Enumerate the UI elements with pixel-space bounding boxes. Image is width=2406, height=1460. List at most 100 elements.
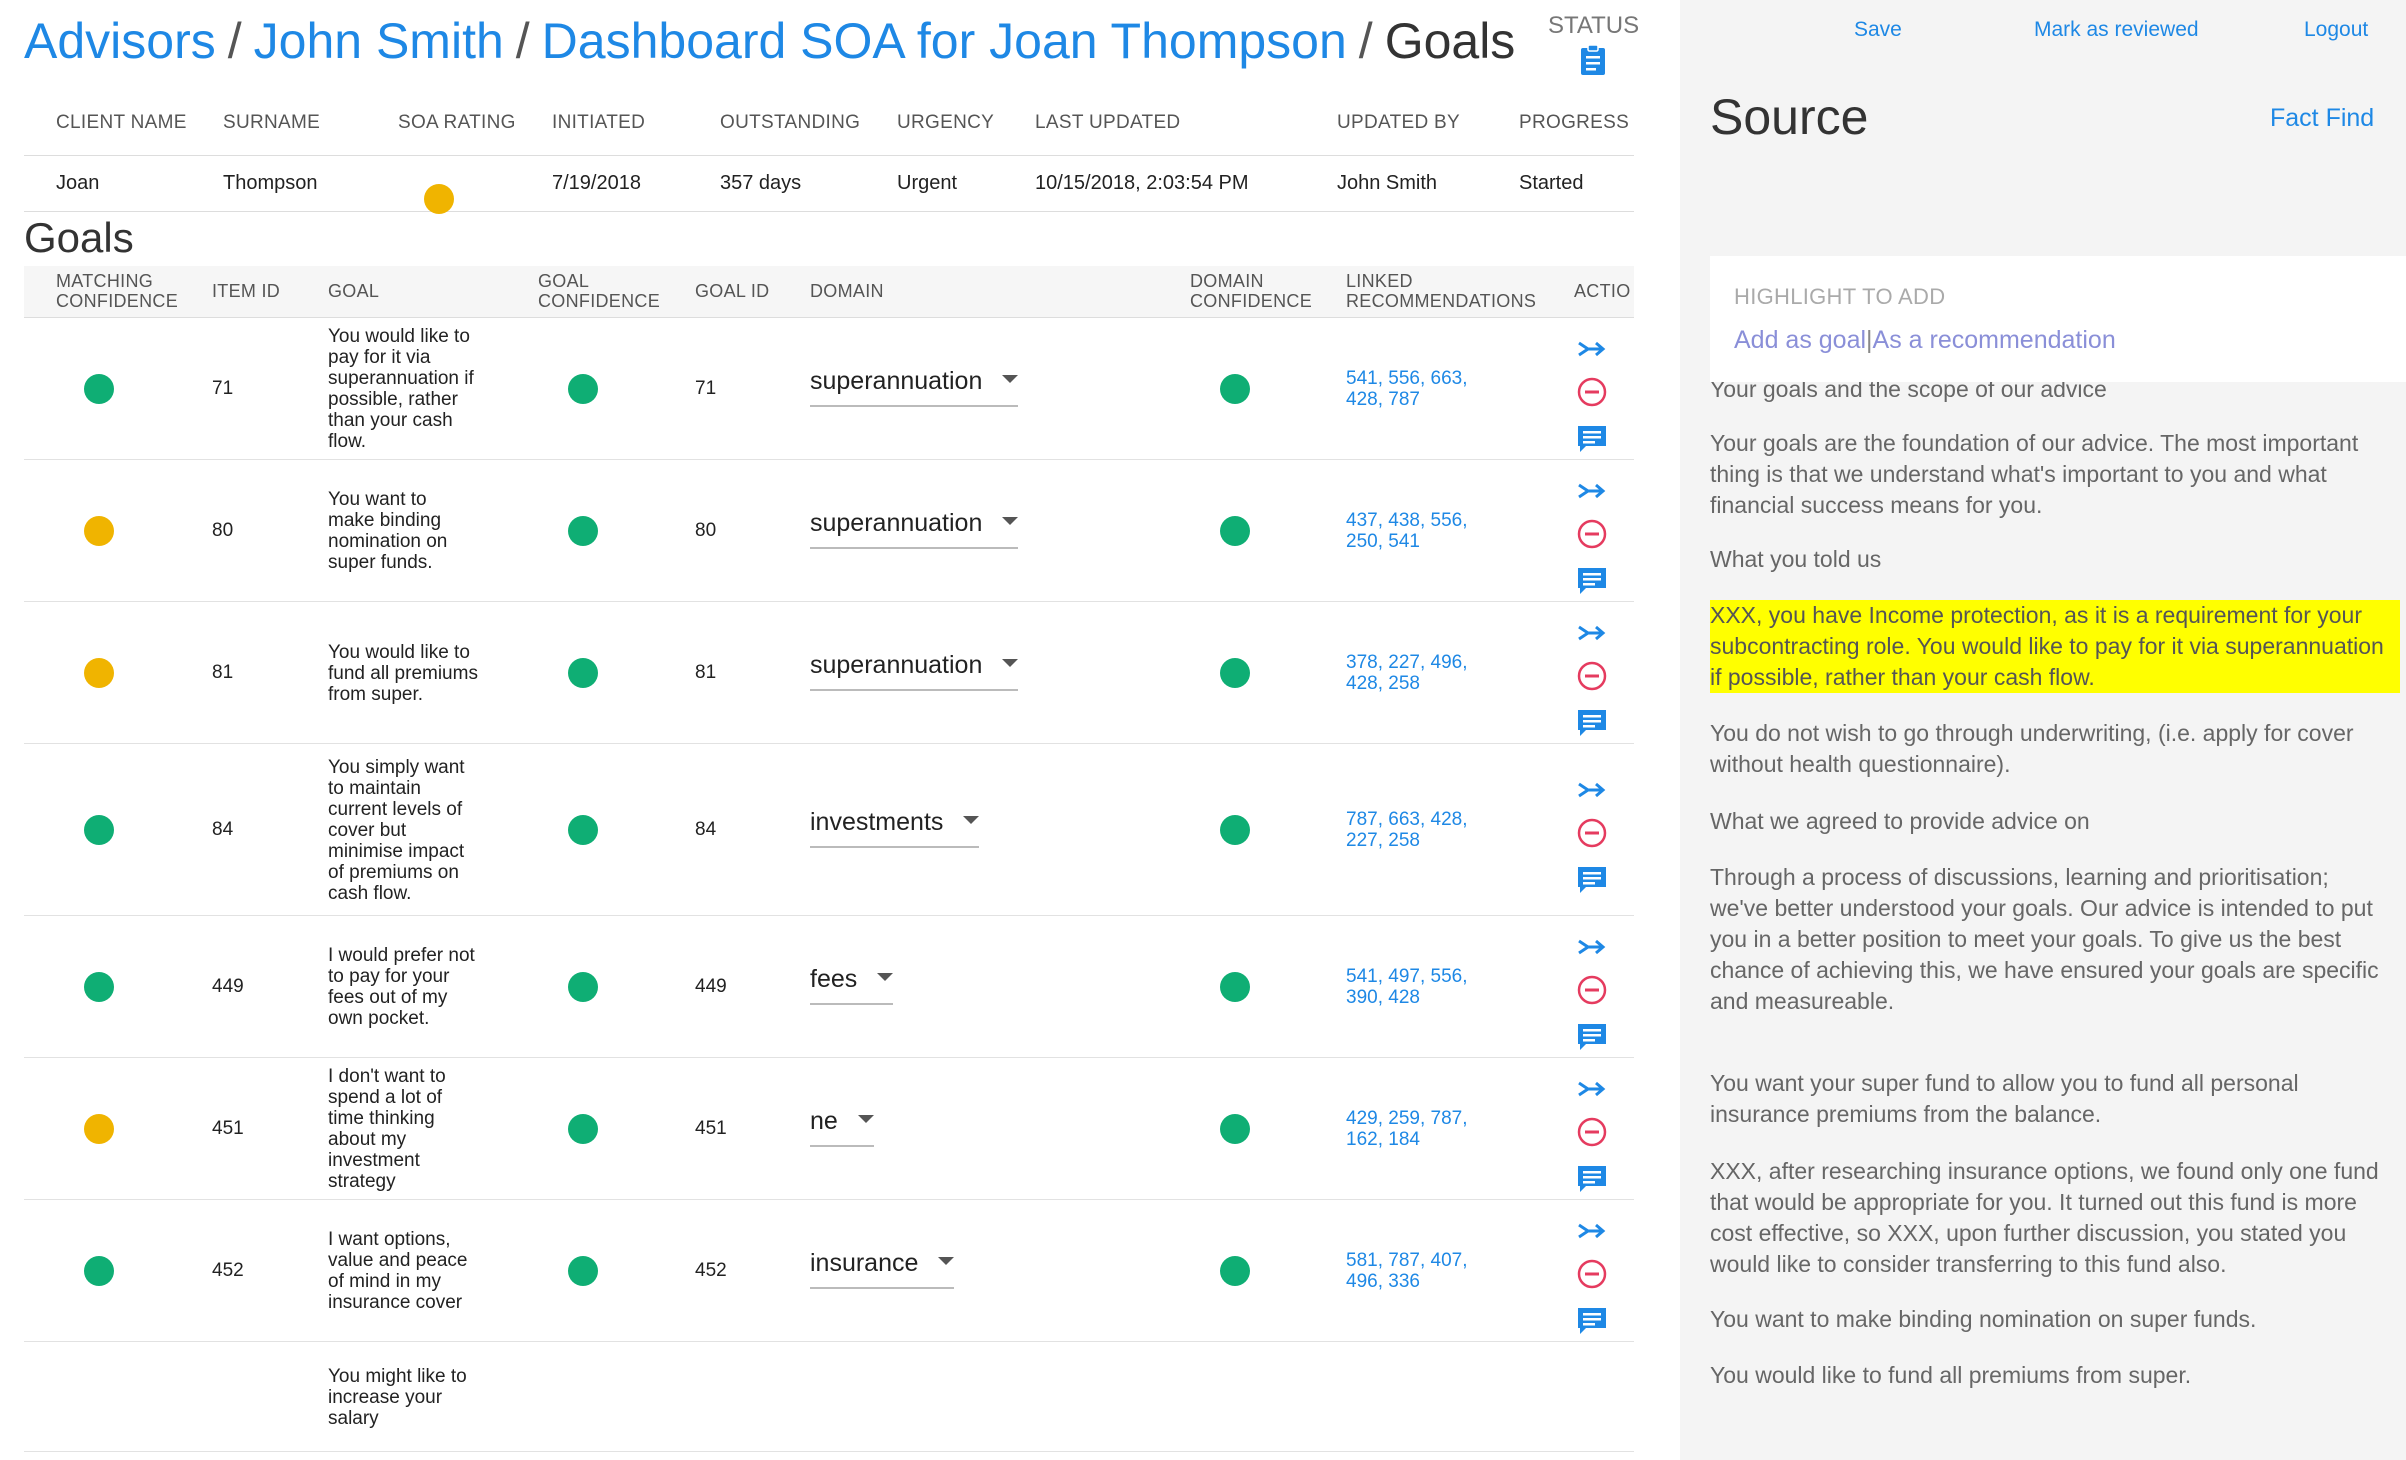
- source-paragraph[interactable]: You want your super fund to allow you to…: [1710, 1068, 2390, 1130]
- linked-recommendations[interactable]: 541, 556, 663, 428, 787: [1346, 368, 1506, 410]
- recommendation-links-line[interactable]: 541, 497, 556,: [1346, 966, 1506, 987]
- recommendation-links-line[interactable]: 227, 258: [1346, 830, 1506, 851]
- recommendation-links-line[interactable]: 428, 787: [1346, 389, 1506, 410]
- add-as-recommendation-button[interactable]: As a recommendation: [1873, 326, 2116, 354]
- add-as-goal-button[interactable]: Add as goal: [1734, 326, 1866, 354]
- recommendation-links-line[interactable]: 581, 787, 407,: [1346, 1250, 1506, 1271]
- matching-confidence-dot: [84, 658, 114, 688]
- domain-select[interactable]: superannuation: [810, 505, 1019, 549]
- linked-recommendations[interactable]: 437, 438, 556, 250, 541: [1346, 510, 1506, 552]
- linked-recommendations[interactable]: 581, 787, 407, 496, 336: [1346, 1250, 1506, 1292]
- goal-row: 71 You would like to pay for it via super…: [24, 318, 1634, 460]
- remove-circle-icon[interactable]: [1576, 817, 1616, 854]
- source-paragraph[interactable]: What we agreed to provide advice on: [1710, 806, 2390, 837]
- goal-row: 452 I want options, value and peace of mi…: [24, 1200, 1634, 1342]
- comment-icon[interactable]: [1576, 864, 1616, 901]
- domain-value: superannuation: [810, 509, 983, 537]
- domain-select[interactable]: ne: [810, 1103, 874, 1147]
- matching-confidence-dot: [84, 374, 114, 404]
- col-client-name: CLIENT NAME: [56, 112, 187, 133]
- split-arrow-icon[interactable]: [1576, 935, 1616, 964]
- remove-circle-icon[interactable]: [1576, 1258, 1616, 1295]
- goal-confidence-dot: [568, 1114, 598, 1144]
- row-actions: [1576, 337, 1616, 470]
- split-arrow-icon[interactable]: [1576, 1219, 1616, 1248]
- surname: Thompson: [223, 172, 318, 194]
- recommendation-links-line[interactable]: 787, 663, 428,: [1346, 809, 1506, 830]
- recommendation-links-line[interactable]: 390, 428: [1346, 987, 1506, 1008]
- recommendation-links-line[interactable]: 437, 438, 556,: [1346, 510, 1506, 531]
- comment-icon[interactable]: [1576, 1163, 1616, 1200]
- breadcrumb-advisor[interactable]: John Smith: [254, 13, 504, 69]
- comment-icon[interactable]: [1576, 1305, 1616, 1342]
- split-arrow-icon[interactable]: [1576, 778, 1616, 807]
- source-paragraph[interactable]: XXX, after researching insurance options…: [1710, 1156, 2390, 1280]
- domain-value: superannuation: [810, 367, 983, 395]
- goals-table: MATCHING CONFIDENCE ITEM ID GOAL GOAL CONF…: [24, 266, 1634, 1452]
- split-arrow-icon[interactable]: [1576, 337, 1616, 366]
- domain-select[interactable]: insurance: [810, 1245, 955, 1289]
- source-paragraph[interactable]: Your goals are the foundation of our adv…: [1710, 428, 2390, 521]
- col-item-id: ITEM ID: [212, 281, 281, 301]
- domain-select[interactable]: fees: [810, 961, 894, 1005]
- recommendation-links-line[interactable]: 428, 258: [1346, 673, 1506, 694]
- source-paragraph[interactable]: You want to make binding nomination on s…: [1710, 1304, 2390, 1335]
- fact-find-link[interactable]: Fact Find: [2270, 104, 2374, 133]
- col-goal-id: GOAL ID: [695, 281, 770, 301]
- source-paragraph[interactable]: What you told us: [1710, 544, 2390, 575]
- domain-value: investments: [810, 808, 944, 836]
- goal-text: You simply want to maintain current leve…: [328, 756, 465, 904]
- progress: Started: [1519, 172, 1584, 194]
- linked-recommendations[interactable]: 787, 663, 428, 227, 258: [1346, 809, 1506, 851]
- domain-confidence-dot: [1220, 815, 1250, 845]
- highlight-to-add-box: HIGHLIGHT TO ADD Add as goal|As a recomm…: [1710, 256, 2406, 382]
- goal-id: 81: [695, 662, 717, 683]
- comment-icon[interactable]: [1576, 1021, 1616, 1058]
- recommendation-links-line[interactable]: 429, 259, 787,: [1346, 1108, 1506, 1129]
- recommendation-links-line[interactable]: 162, 184: [1346, 1129, 1506, 1150]
- linked-recommendations[interactable]: 541, 497, 556, 390, 428: [1346, 966, 1506, 1008]
- status-indicator[interactable]: STATUS: [1548, 12, 1639, 81]
- logout-button[interactable]: Logout: [2304, 18, 2368, 42]
- domain-select[interactable]: superannuation: [810, 363, 1019, 407]
- breadcrumb-dashboard[interactable]: Dashboard SOA for Joan Thompson: [542, 13, 1347, 69]
- highlighted-paragraph[interactable]: XXX, you have Income protection, as it i…: [1710, 600, 2400, 693]
- summary-header-row: CLIENT NAME SURNAME SOA RATING INITIATED…: [24, 100, 1634, 156]
- chevron-down-icon: [963, 816, 980, 825]
- goal-confidence-dot: [568, 1256, 598, 1286]
- recommendation-links-line[interactable]: 378, 227, 496,: [1346, 652, 1506, 673]
- chevron-down-icon: [1002, 659, 1019, 668]
- urgency: Urgent: [897, 172, 958, 194]
- comment-icon[interactable]: [1576, 565, 1616, 602]
- remove-circle-icon[interactable]: [1576, 660, 1616, 697]
- linked-recommendations[interactable]: 378, 227, 496, 428, 258: [1346, 652, 1506, 694]
- remove-circle-icon[interactable]: [1576, 376, 1616, 413]
- matching-confidence-dot: [84, 1256, 114, 1286]
- comment-icon[interactable]: [1576, 707, 1616, 744]
- chevron-down-icon: [1002, 375, 1019, 384]
- breadcrumb-advisors[interactable]: Advisors: [24, 13, 216, 69]
- split-arrow-icon[interactable]: [1576, 479, 1616, 508]
- split-arrow-icon[interactable]: [1576, 621, 1616, 650]
- save-button[interactable]: Save: [1854, 18, 1902, 42]
- remove-circle-icon[interactable]: [1576, 518, 1616, 555]
- split-arrow-icon[interactable]: [1576, 1077, 1616, 1106]
- remove-circle-icon[interactable]: [1576, 1116, 1616, 1153]
- linked-recommendations[interactable]: 429, 259, 787, 162, 184: [1346, 1108, 1506, 1150]
- domain-select[interactable]: investments: [810, 804, 980, 848]
- domain-select[interactable]: superannuation: [810, 647, 1019, 691]
- remove-circle-icon[interactable]: [1576, 974, 1616, 1011]
- comment-icon[interactable]: [1576, 423, 1616, 460]
- domain-value: fees: [810, 965, 858, 993]
- source-paragraph[interactable]: You do not wish to go through underwriti…: [1710, 718, 2390, 780]
- clipboard-icon[interactable]: [1580, 44, 1606, 81]
- source-paragraph[interactable]: Through a process of discussions, learni…: [1710, 862, 2390, 1017]
- goal-text: I don't want to spend a lot of time thin…: [328, 1066, 446, 1192]
- goal-id: 84: [695, 819, 717, 840]
- recommendation-links-line[interactable]: 496, 336: [1346, 1271, 1506, 1292]
- recommendation-links-line[interactable]: 250, 541: [1346, 531, 1506, 552]
- chevron-down-icon: [1002, 517, 1019, 526]
- mark-reviewed-button[interactable]: Mark as reviewed: [2034, 18, 2199, 42]
- recommendation-links-line[interactable]: 541, 556, 663,: [1346, 368, 1506, 389]
- source-paragraph[interactable]: You would like to fund all premiums from…: [1710, 1360, 2390, 1391]
